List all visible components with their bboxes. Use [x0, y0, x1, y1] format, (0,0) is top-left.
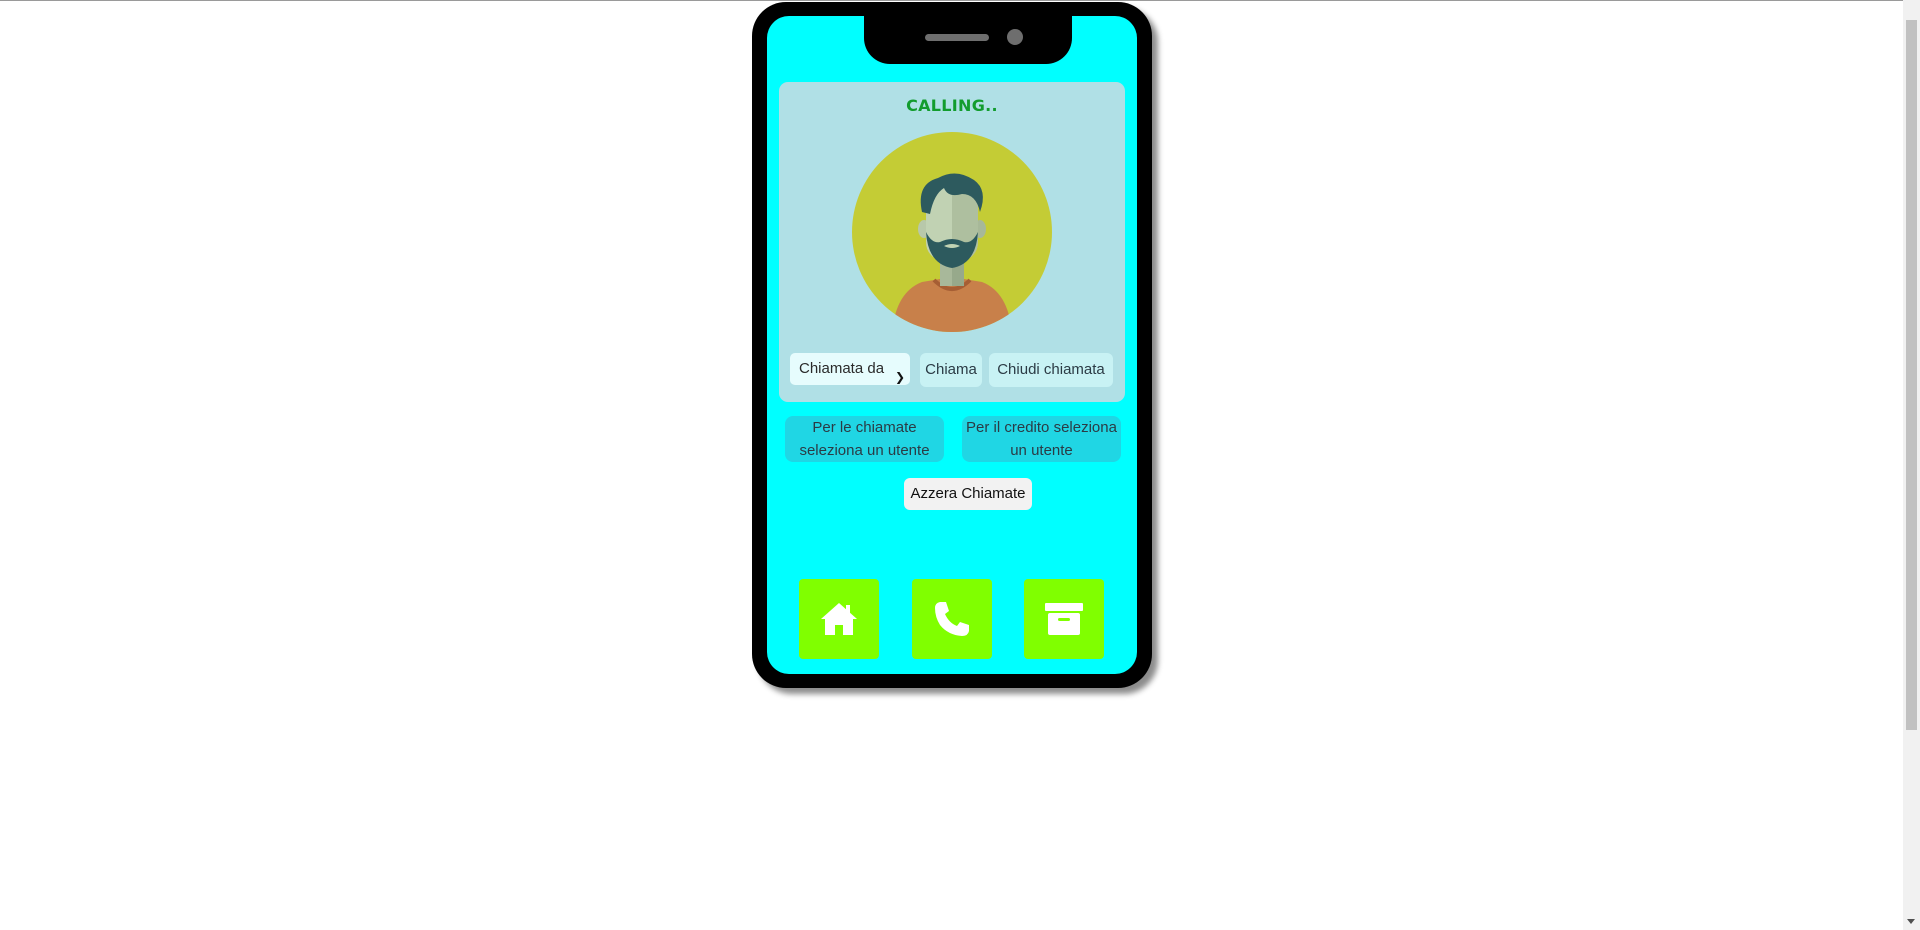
reset-calls-button[interactable]: Azzera Chiamate — [904, 478, 1032, 510]
front-camera — [1007, 29, 1023, 45]
avatar-illustration — [892, 173, 1012, 332]
call-status: CALLING.. — [906, 96, 998, 115]
phone-frame: CALLING.. Chiamata da ❯ Chiama Chiudi ch… — [752, 2, 1152, 688]
phone-screen: CALLING.. Chiamata da ❯ Chiama Chiudi ch… — [767, 16, 1137, 674]
speaker-grille — [925, 34, 989, 41]
caller-select[interactable]: Chiamata da ❯ — [790, 353, 910, 385]
scroll-down-arrow-icon[interactable] — [1907, 919, 1915, 924]
contact-avatar — [852, 132, 1052, 332]
call-controls: Chiamata da ❯ Chiama Chiudi chiamata — [790, 353, 1116, 387]
calls-info: Per le chiamate seleziona un utente — [785, 416, 944, 462]
page-scrollbar[interactable] — [1903, 0, 1920, 930]
call-card: CALLING.. Chiamata da ❯ Chiama Chiudi ch… — [779, 82, 1125, 402]
credit-info: Per il credito seleziona un utente — [962, 416, 1121, 462]
nav-phone-button[interactable] — [912, 579, 992, 659]
home-icon — [821, 603, 857, 635]
scrollbar-thumb[interactable] — [1906, 20, 1917, 730]
phone-icon — [935, 602, 969, 636]
nav-archive-button[interactable] — [1024, 579, 1104, 659]
window-top-border — [0, 0, 1904, 1]
call-button[interactable]: Chiama — [920, 353, 982, 387]
chevron-down-icon: ❯ — [894, 370, 905, 384]
hangup-button[interactable]: Chiudi chiamata — [989, 353, 1113, 387]
archive-icon — [1045, 603, 1083, 635]
nav-home-button[interactable] — [799, 579, 879, 659]
caller-select-value: Chiamata da — [799, 360, 885, 377]
phone-notch — [864, 16, 1072, 64]
